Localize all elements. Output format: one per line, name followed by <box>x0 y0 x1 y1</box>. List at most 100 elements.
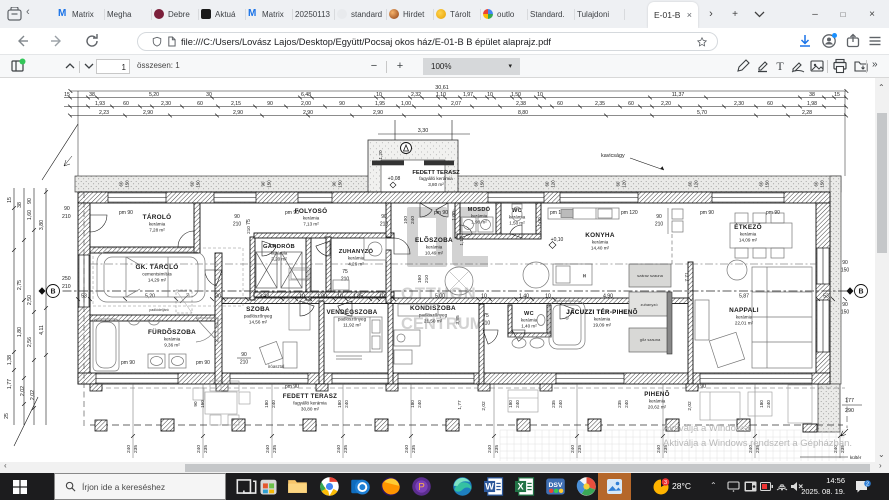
svg-text:kültér: kültér <box>850 455 862 460</box>
svg-text:90: 90 <box>381 214 387 220</box>
svg-text:60: 60 <box>474 181 479 186</box>
svg-text:2,75: 2,75 <box>17 280 23 290</box>
svg-text:290: 290 <box>845 408 854 414</box>
svg-text:10,49 m²: 10,49 m² <box>425 251 444 256</box>
svg-text:2,35: 2,35 <box>595 101 605 107</box>
svg-text:kerámia: kerámia <box>303 216 320 221</box>
svg-text:3: 3 <box>664 480 667 486</box>
svg-text:150: 150 <box>338 180 343 188</box>
svg-text:2,50: 2,50 <box>27 295 33 305</box>
svg-text:240: 240 <box>766 400 771 408</box>
svg-text:10: 10 <box>545 294 551 300</box>
svg-text:90: 90 <box>656 214 662 220</box>
svg-text:75: 75 <box>483 313 489 319</box>
svg-text:2,07: 2,07 <box>451 101 461 107</box>
svg-text:7,71: 7,71 <box>684 272 690 282</box>
svg-text:10: 10 <box>376 92 382 98</box>
svg-text:240: 240 <box>558 400 563 408</box>
svg-text:1,00: 1,00 <box>537 217 543 227</box>
svg-text:10: 10 <box>487 92 493 98</box>
svg-text:38: 38 <box>809 92 815 98</box>
svg-text:VENDÉGSZOBA: VENDÉGSZOBA <box>326 308 377 316</box>
svg-text:2,56: 2,56 <box>27 337 33 347</box>
svg-text:53: 53 <box>823 294 829 300</box>
svg-text:60: 60 <box>767 101 773 107</box>
svg-text:14,40 m²: 14,40 m² <box>591 246 610 251</box>
svg-text:FOLYOSÓ: FOLYOSÓ <box>295 206 328 215</box>
svg-text:padlódeljáró: padlódeljáró <box>149 308 169 312</box>
svg-text:240: 240 <box>656 445 662 453</box>
svg-text:100: 100 <box>403 216 409 224</box>
svg-text:240: 240 <box>344 400 349 408</box>
svg-text:180: 180 <box>508 400 513 408</box>
svg-text:150: 150 <box>200 400 205 408</box>
svg-text:240: 240 <box>624 400 629 408</box>
svg-text:210: 210 <box>62 284 71 290</box>
svg-text:kerámia: kerámia <box>509 215 526 220</box>
svg-text:kavicságy: kavicságy <box>601 153 625 159</box>
svg-text:1,98: 1,98 <box>807 101 817 107</box>
svg-text:60: 60 <box>197 101 203 107</box>
svg-text:2,00: 2,00 <box>301 101 311 107</box>
svg-text:240: 240 <box>417 400 422 408</box>
svg-text:pm 90: pm 90 <box>700 210 714 216</box>
svg-text:2,90: 2,90 <box>233 110 243 116</box>
svg-text:20,62 m²: 20,62 m² <box>648 405 667 410</box>
svg-text:120: 120 <box>694 180 699 188</box>
svg-text:kerámia: kerámia <box>592 240 609 245</box>
svg-text:14,29 m²: 14,29 m² <box>148 278 167 283</box>
svg-text:gőz szauna: gőz szauna <box>640 337 661 342</box>
svg-text:210: 210 <box>341 277 350 283</box>
svg-text:3,43: 3,43 <box>259 294 269 300</box>
svg-text:60: 60 <box>688 181 693 186</box>
svg-text:pm 90: pm 90 <box>119 210 133 216</box>
svg-text:kerámia: kerámia <box>594 317 611 322</box>
svg-text:pm 90: pm 90 <box>285 384 299 390</box>
svg-text:padlószőnyeg: padlószőnyeg <box>244 314 273 319</box>
svg-text:150: 150 <box>841 268 850 274</box>
svg-text:2,28: 2,28 <box>802 110 812 116</box>
svg-text:75: 75 <box>246 219 252 225</box>
svg-text:7,13 m²: 7,13 m² <box>303 222 319 227</box>
svg-text:210: 210 <box>482 321 491 327</box>
svg-text:5,20: 5,20 <box>149 92 159 98</box>
svg-text:5,70: 5,70 <box>697 110 707 116</box>
svg-text:90: 90 <box>234 214 240 220</box>
svg-text:KONYHA: KONYHA <box>585 232 615 239</box>
svg-text:3,80: 3,80 <box>39 220 45 230</box>
svg-text:kerámia: kerámia <box>149 222 166 227</box>
svg-text:ELÕSZOBA: ELÕSZOBA <box>415 235 453 244</box>
svg-text:íróasztal: íróasztal <box>268 364 285 369</box>
svg-text:150: 150 <box>765 180 770 188</box>
svg-text:ÉTKEZÕ: ÉTKEZÕ <box>734 222 762 231</box>
svg-text:KONDISZOBA: KONDISZOBA <box>410 305 456 312</box>
svg-text:2,02: 2,02 <box>687 401 693 411</box>
svg-text:210: 210 <box>655 222 664 228</box>
svg-text:4,90: 4,90 <box>603 294 613 300</box>
svg-text:2,20: 2,20 <box>661 101 671 107</box>
svg-text:235: 235 <box>133 445 139 453</box>
svg-text:60: 60 <box>557 101 563 107</box>
svg-text:180: 180 <box>410 400 415 408</box>
svg-text:kerámia: kerámia <box>271 251 288 256</box>
svg-text:38: 38 <box>17 202 23 208</box>
svg-text:3,85: 3,85 <box>455 315 461 325</box>
svg-text:FÜRDÕSZOBA: FÜRDÕSZOBA <box>148 327 196 336</box>
svg-text:fagyálló kerámia: fagyálló kerámia <box>419 176 453 181</box>
svg-text:kerámia: kerámia <box>426 245 443 250</box>
svg-text:180: 180 <box>264 400 269 408</box>
svg-text:90: 90 <box>261 181 266 186</box>
svg-text:P: P <box>418 482 425 493</box>
svg-text:DSV: DSV <box>549 482 563 489</box>
svg-text:90: 90 <box>267 101 273 107</box>
svg-text:150: 150 <box>125 180 130 188</box>
svg-text:235: 235 <box>203 445 209 453</box>
svg-text:60: 60 <box>814 181 819 186</box>
svg-text:4,11: 4,11 <box>39 325 45 335</box>
svg-text:1,38: 1,38 <box>7 355 13 365</box>
svg-text:60: 60 <box>545 181 550 186</box>
svg-text:160: 160 <box>417 275 423 283</box>
svg-text:90: 90 <box>339 101 345 107</box>
svg-text:pm 1: pm 1 <box>550 210 561 216</box>
svg-text:210: 210 <box>380 222 389 228</box>
